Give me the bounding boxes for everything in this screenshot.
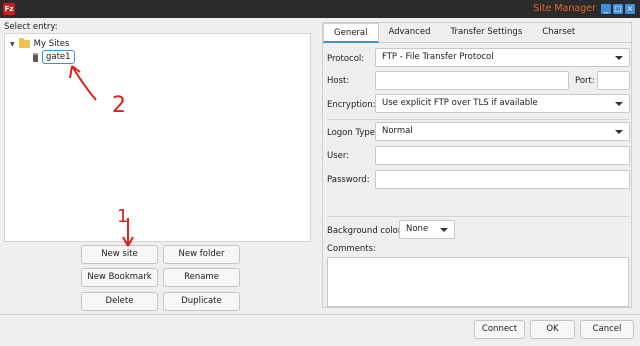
annotation-arrow-2 [69, 65, 97, 101]
annotation-number-2: 2 [112, 93, 126, 118]
annotation-overlay: 2 1 [69, 65, 134, 247]
annotation-number-1: 1 [117, 206, 128, 227]
